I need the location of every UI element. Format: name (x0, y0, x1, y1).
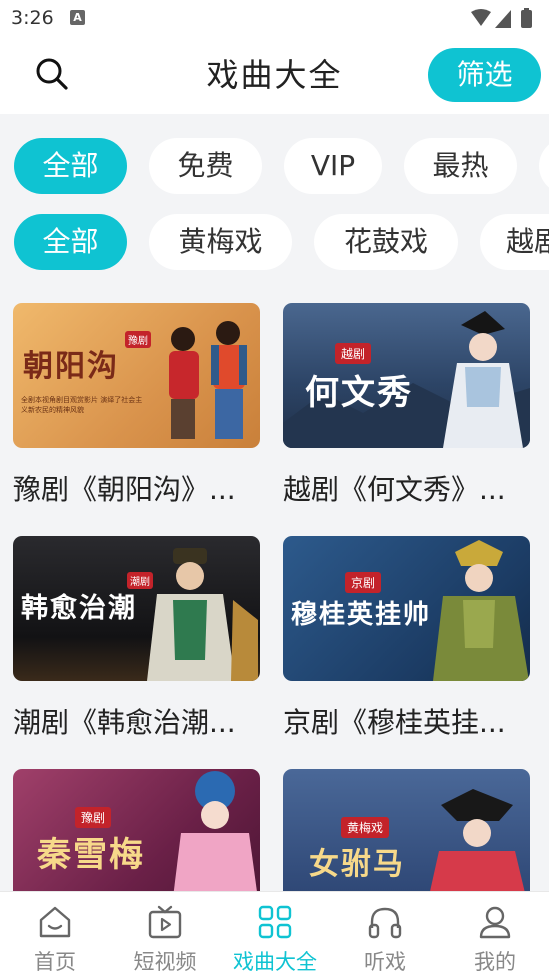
status-bar: 3:26 A (0, 0, 549, 38)
poster-title-art: 女驸马 (309, 847, 405, 882)
opera-thumbnail: 韩愈治潮 潮剧 (13, 536, 260, 681)
grid-icon (258, 905, 292, 939)
tab-profile[interactable]: 我的 (440, 892, 549, 977)
chip-all-genre[interactable]: 全部 (14, 214, 127, 270)
user-icon (479, 906, 511, 939)
chip-yue[interactable]: 越剧 (480, 214, 549, 270)
performers-image (169, 321, 247, 439)
top-app-bar: 戏曲大全 筛选 (0, 38, 549, 114)
opera-thumbnail: 朝阳沟 豫剧 全剧本视角剧目观赏影片 演绎了社会主义新农民的精神风貌 (13, 303, 260, 448)
genre-badge: 黄梅戏 (341, 817, 390, 838)
chip-more-partial[interactable] (539, 138, 549, 194)
home-icon (39, 906, 71, 938)
chip-huangmei[interactable]: 黄梅戏 (149, 214, 292, 270)
genre-badge: 豫剧 (75, 807, 112, 828)
tab-label: 戏曲大全 (233, 950, 317, 974)
poster-title-art: 何文秀 (305, 373, 413, 413)
signal-battery-icon (471, 8, 532, 28)
tab-label: 我的 (474, 950, 516, 974)
headphones-icon (368, 907, 402, 939)
poster-title-art: 朝阳沟 (23, 349, 119, 384)
opera-card[interactable]: 朝阳沟 豫剧 全剧本视角剧目观赏影片 演绎了社会主义新农民的精神风貌 豫剧《朝阳… (13, 303, 260, 508)
opera-card[interactable]: 韩愈治潮 潮剧 潮剧《韩愈治潮... (13, 536, 260, 741)
poster-title-art: 秦雪梅 (37, 835, 145, 875)
opera-thumbnail: 越剧 何文秀 (283, 303, 530, 448)
performer-image (443, 311, 523, 448)
bottom-tab-bar: 首页 短视频 戏曲大全 听戏 我的 (0, 891, 549, 977)
opera-title: 潮剧《韩愈治潮... (13, 706, 236, 739)
chip-huagu[interactable]: 花鼓戏 (314, 214, 458, 270)
tab-label: 听戏 (364, 950, 406, 974)
tab-short-video[interactable]: 短视频 (110, 892, 220, 977)
notification-icon: A (70, 10, 85, 25)
opera-title: 豫剧《朝阳沟》... (13, 473, 236, 506)
genre-badge: 京剧 (345, 572, 382, 593)
poster-caption: 全剧本视角剧目观赏影片 演绎了社会主义新农民的精神风貌 (21, 396, 143, 414)
tab-opera-collection[interactable]: 戏曲大全 (220, 892, 330, 977)
opera-title: 越剧《何文秀》... (283, 473, 506, 506)
performer-image (433, 540, 529, 681)
tab-label: 首页 (34, 950, 76, 974)
tab-home[interactable]: 首页 (0, 892, 110, 977)
opera-card[interactable]: 京剧 穆桂英挂帅 京剧《穆桂英挂... (283, 536, 530, 741)
chip-free[interactable]: 免费 (149, 138, 262, 194)
genre-filter-row: 全部 黄梅戏 花鼓戏 越剧 (0, 214, 549, 272)
tab-listen[interactable]: 听戏 (330, 892, 440, 977)
opera-title: 京剧《穆桂英挂... (283, 706, 506, 739)
poster-title-art: 穆桂英挂帅 (291, 600, 432, 630)
tab-label: 短视频 (133, 950, 197, 974)
performer-image (147, 548, 258, 681)
status-icons (469, 8, 539, 34)
opera-card[interactable]: 越剧 何文秀 越剧《何文秀》... (283, 303, 530, 508)
genre-badge: 越剧 (335, 343, 372, 364)
opera-thumbnail: 京剧 穆桂英挂帅 (283, 536, 530, 681)
filter-button[interactable]: 筛选 (428, 48, 541, 102)
chip-all-price[interactable]: 全部 (14, 138, 127, 194)
genre-badge: 豫剧 (125, 331, 151, 348)
chip-hottest[interactable]: 最热 (404, 138, 517, 194)
chip-vip[interactable]: VIP (284, 138, 382, 194)
poster-title-art: 韩愈治潮 (21, 593, 137, 624)
video-icon (148, 905, 182, 939)
price-filter-row: 全部 免费 VIP 最热 (0, 138, 549, 196)
status-time: 3:26 (11, 7, 54, 29)
